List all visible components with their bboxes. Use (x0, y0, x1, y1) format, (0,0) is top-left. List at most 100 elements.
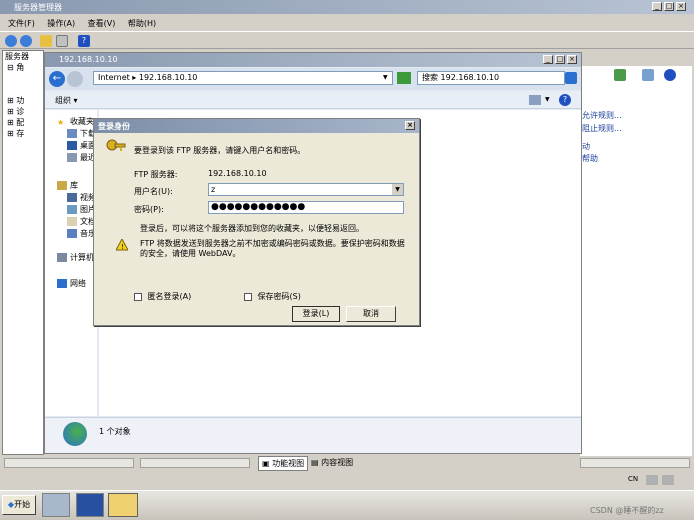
username-label: 用户名(U): (134, 187, 173, 196)
refresh-icon[interactable] (614, 69, 626, 81)
address-dropdown-icon[interactable]: ▼ (383, 74, 388, 81)
save-password-checkbox[interactable]: 保存密码(S) (244, 291, 301, 302)
computer-item[interactable]: 计算机 (57, 252, 94, 263)
tab-content-view[interactable]: ▤ 内容视图 (308, 456, 356, 469)
organize-button[interactable]: 组织 ▾ (55, 95, 78, 106)
up-folder-icon[interactable] (40, 35, 52, 47)
go-icon[interactable] (397, 72, 411, 84)
status-object-count: 1 个对象 (99, 427, 131, 436)
explorer-close-button[interactable]: × (567, 55, 577, 64)
tray-icon[interactable] (662, 475, 674, 485)
explorer-navbar: ← Internet ▸ 192.168.10.10 ▼ 搜索 192.168.… (45, 68, 581, 90)
menu-file[interactable]: 文件(F) (8, 19, 35, 28)
maximize-button[interactable]: □ (664, 2, 674, 11)
home-icon[interactable] (642, 69, 654, 81)
download-folder-icon (67, 129, 77, 138)
server-value: 192.168.10.10 (208, 169, 267, 178)
menu-action[interactable]: 操作(A) (47, 19, 75, 28)
view-dropdown-icon[interactable]: ▼ (545, 96, 550, 103)
dialog-warning: FTP 将数据发送到服务器之前不加密或编码密码或数据。要保护密码和数据的安全，请… (140, 239, 405, 258)
menu-help[interactable]: 帮助(H) (128, 19, 156, 28)
minimize-button[interactable]: _ (652, 2, 662, 11)
tree-item-storage[interactable]: ⊞ 存 (3, 128, 43, 139)
main-toolbar: ? (0, 31, 694, 49)
taskbar: ◆开始 CN CSDN @睡不醒的zz (0, 475, 694, 520)
anonymous-login-checkbox[interactable]: 匿名登录(A) (134, 291, 191, 302)
cancel-button[interactable]: 取消 (346, 306, 396, 322)
search-icon[interactable] (565, 72, 577, 84)
library-pictures[interactable]: 图片 (67, 204, 96, 215)
start-button[interactable]: ◆开始 (2, 495, 36, 515)
explorer-titlebar: 192.168.10.10 _ □ × (45, 53, 581, 67)
tray-icon[interactable] (646, 475, 658, 485)
server-label: FTP 服务器: (134, 170, 178, 179)
forward-icon[interactable] (20, 35, 32, 47)
explorer-title: 192.168.10.10 (59, 55, 118, 64)
powershell-task-icon[interactable] (76, 493, 104, 517)
explorer-help-icon[interactable]: ? (559, 94, 571, 106)
dialog-close-button[interactable]: × (405, 121, 415, 130)
library-documents[interactable]: 文档 (67, 216, 96, 227)
main-menubar: 文件(F) 操作(A) 查看(V) 帮助(H) (0, 15, 694, 29)
tree-item-roles[interactable]: ⊟ 角 (3, 62, 43, 73)
anonymous-checkbox-box[interactable] (134, 292, 142, 301)
action-deny-rule[interactable]: 阻止规则... (582, 123, 622, 134)
favorite-recent[interactable]: 最近 (67, 152, 96, 163)
close-button[interactable]: × (676, 2, 686, 11)
globe-folder-icon (63, 422, 87, 446)
tree-item-diagnostics[interactable]: ⊞ 诊 (3, 106, 43, 117)
action-dynamic[interactable]: 动 (582, 141, 590, 152)
back-icon[interactable] (5, 35, 17, 47)
computer-icon (57, 253, 67, 262)
action-help[interactable]: 帮助 (582, 153, 598, 164)
console-icon[interactable] (56, 35, 68, 47)
favorite-downloads[interactable]: 下载 (67, 128, 96, 139)
favorites-header[interactable]: ★ 收藏夹 (57, 116, 94, 127)
address-bar[interactable]: Internet ▸ 192.168.10.10 (93, 71, 393, 85)
music-icon (67, 229, 77, 238)
tab-feature-view[interactable]: ▣ 功能视图 (258, 456, 309, 471)
tree-item-server[interactable]: 服务器 (3, 51, 43, 62)
search-input[interactable]: 搜索 192.168.10.10 (417, 71, 565, 85)
desktop-icon (67, 141, 77, 150)
favorite-desktop[interactable]: 桌面 (67, 140, 96, 151)
videos-icon (67, 193, 77, 202)
recent-places-icon (67, 153, 77, 162)
details-pane: 1 个对象 (45, 417, 581, 453)
center-horizontal-scrollbar[interactable] (140, 458, 250, 468)
nav-forward-icon[interactable] (67, 71, 83, 87)
library-music[interactable]: 音乐 (67, 228, 96, 239)
tree-item-features[interactable]: ⊞ 功 (3, 95, 43, 106)
chevron-down-icon[interactable]: ▼ (392, 184, 403, 195)
help-icon[interactable] (664, 69, 676, 81)
key-icon (106, 139, 126, 159)
username-field[interactable]: z ▼ (208, 183, 404, 196)
network-item[interactable]: 网络 (57, 278, 86, 289)
libraries-header[interactable]: 库 (57, 180, 78, 191)
library-videos[interactable]: 视频 (67, 192, 96, 203)
explorer-maximize-button[interactable]: □ (555, 55, 565, 64)
bottom-area: ▣ 功能视图 ▤ 内容视图 (0, 456, 694, 492)
menu-view[interactable]: 查看(V) (88, 19, 116, 28)
dialog-title: 登录身份 (98, 122, 130, 131)
login-button[interactable]: 登录(L) (292, 306, 340, 322)
password-field[interactable]: ●●●●●●●●●●●● (208, 201, 404, 214)
help-icon[interactable]: ? (78, 35, 90, 47)
pictures-icon (67, 205, 77, 214)
tree-item-config[interactable]: ⊞ 配 (3, 117, 43, 128)
explorer-commandbar: 组织 ▾ ▼ ? (45, 91, 581, 109)
navigation-pane: ★ 收藏夹 下载 桌面 最近 库 视频 图片 文档 音乐 计算机 网络 (45, 110, 97, 416)
network-icon (57, 279, 67, 288)
explorer-task-icon[interactable] (108, 493, 138, 517)
explorer-minimize-button[interactable]: _ (543, 55, 553, 64)
left-horizontal-scrollbar[interactable] (4, 458, 134, 468)
save-password-checkbox-box[interactable] (244, 292, 252, 301)
right-horizontal-scrollbar[interactable] (580, 458, 690, 468)
documents-icon (67, 217, 77, 226)
action-allow-rule[interactable]: 允许规则... (582, 110, 622, 121)
right-action-pane: 允许规则... 阻止规则... 动 帮助 (580, 66, 692, 456)
language-indicator[interactable]: CN (628, 475, 638, 483)
view-options-icon[interactable] (529, 95, 541, 105)
server-manager-task-icon[interactable] (42, 493, 70, 517)
nav-back-icon[interactable]: ← (49, 71, 65, 87)
